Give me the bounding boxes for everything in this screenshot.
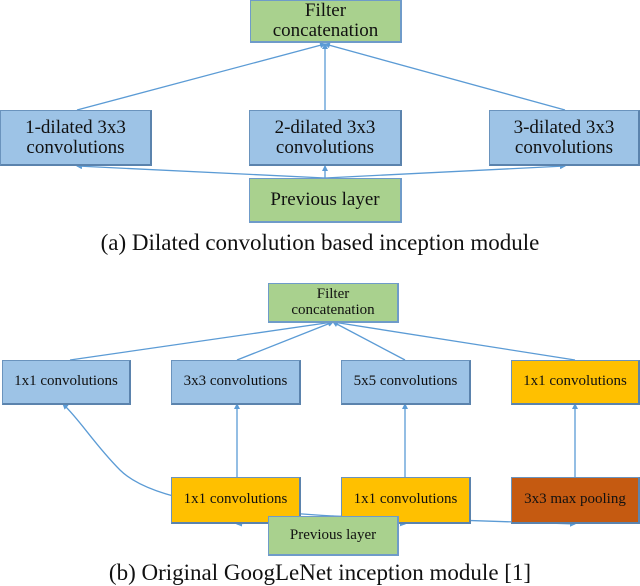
b-previous-layer: Previous layer	[268, 516, 399, 556]
caption-b: (b) Original GoogLeNet inception module …	[108, 560, 532, 585]
a-branch-2-line2: convolutions	[275, 136, 375, 158]
a-branch-3-line2: convolutions	[514, 136, 614, 158]
arrow-b-top2-to-concat	[236, 321, 334, 361]
b-filter-concat-line1: Filter	[316, 285, 350, 302]
a-previous-layer-label: Previous layer	[270, 189, 380, 211]
b-top-1-label: 1x1 convolutions	[14, 373, 118, 390]
a-filter-concat-line2: concatenation	[272, 20, 379, 41]
b-bottom-2-label: 1x1 convolutions	[353, 491, 458, 508]
a-branch-1-line1: 1-dilated 3x3	[25, 116, 126, 138]
arrow-b-top1-to-concat	[69, 319, 334, 361]
arrow-a-branch1-to-concat	[76, 42, 326, 111]
b-bottom-1-label: 1x1 convolutions	[183, 491, 288, 508]
a-branch-1-line2: convolutions	[26, 136, 125, 158]
a-branch-2-dilated: 2-dilated 3x3 convolutions	[249, 110, 402, 166]
caption-a: (a) Dilated convolution based inception …	[100, 230, 540, 255]
a-branch-2-line1: 2-dilated 3x3	[274, 116, 376, 138]
b-bottom-3x3-max-pooling: 3x3 max pooling	[511, 477, 640, 524]
a-filter-concat-line1: Filter	[304, 0, 347, 22]
arrow-a-branch3-to-concat	[324, 42, 566, 111]
b-previous-layer-label: Previous layer	[289, 526, 377, 543]
a-branch-1-dilated: 1-dilated 3x3 convolutions	[0, 110, 152, 166]
b-top-3-label: 5x5 convolutions	[353, 373, 458, 390]
b-top-2-label: 3x3 convolutions	[183, 373, 288, 390]
arrow-a-prev-to-branch1	[76, 163, 326, 179]
a-filter-concatenation: Filter concatenation	[250, 0, 402, 43]
b-top-1x1-convolutions-pool-proj: 1x1 convolutions	[511, 360, 640, 405]
a-branch-3-line1: 3-dilated 3x3	[513, 116, 615, 138]
b-bottom-3-label: 3x3 max pooling	[524, 491, 626, 508]
b-top-1x1-convolutions: 1x1 convolutions	[2, 360, 131, 405]
b-filter-concat-line2: concatenation	[291, 301, 375, 318]
arrow-a-prev-to-branch3	[324, 163, 566, 179]
b-filter-concatenation: Filter concatenation	[268, 283, 399, 323]
b-top-5x5-convolutions: 5x5 convolutions	[341, 360, 471, 405]
a-branch-3-dilated: 3-dilated 3x3 convolutions	[489, 110, 640, 166]
b-top-3x3-convolutions: 3x3 convolutions	[171, 360, 301, 405]
a-previous-layer: Previous layer	[249, 178, 402, 223]
b-top-4-label: 1x1 convolutions	[523, 373, 627, 390]
